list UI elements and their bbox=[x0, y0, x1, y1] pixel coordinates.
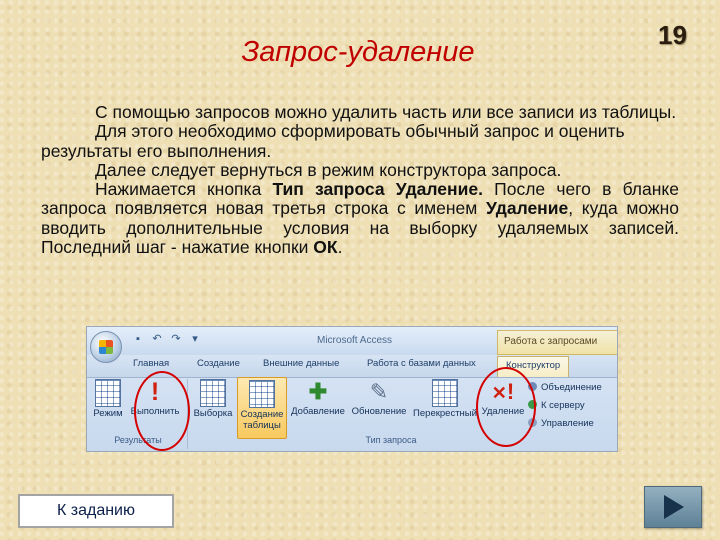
paragraph: С помощью запросов можно удалить часть и… bbox=[95, 102, 677, 122]
contextual-tab-header: Работа с запросами bbox=[497, 330, 617, 355]
append-button[interactable]: ✚ Добавление bbox=[287, 377, 349, 437]
office-button[interactable] bbox=[90, 331, 122, 363]
crosstab-button[interactable]: Перекрестный bbox=[410, 377, 480, 437]
paragraph: Далее следует вернуться в режим конструк… bbox=[95, 159, 562, 180]
highlight-circle-run bbox=[134, 371, 190, 451]
data-definition-button[interactable]: Управление bbox=[528, 415, 602, 433]
save-icon[interactable]: ▪ bbox=[131, 333, 145, 346]
union-button[interactable]: Объединение bbox=[528, 379, 602, 397]
tab-database-tools[interactable]: Работа с базами данных bbox=[367, 358, 476, 369]
bold-term: ОК bbox=[313, 237, 338, 258]
to-task-button[interactable]: К заданию bbox=[18, 494, 174, 528]
pass-through-button[interactable]: К серверу bbox=[528, 397, 602, 415]
paragraph: Нажимается кнопка Тип запроса Удаление. … bbox=[41, 179, 680, 258]
body-text: С помощью запросов можно удалить часть и… bbox=[41, 102, 680, 258]
redo-icon[interactable]: ↷ bbox=[169, 333, 183, 346]
app-title: Microsoft Access bbox=[317, 335, 393, 346]
bold-term: Удаление bbox=[485, 198, 569, 219]
highlight-circle-delete bbox=[476, 367, 536, 447]
select-query-button[interactable]: Выборка bbox=[191, 377, 235, 437]
side-command-list: Объединение К серверу Управление bbox=[528, 379, 602, 433]
datasheet-icon bbox=[95, 379, 121, 407]
tab-create[interactable]: Создание bbox=[197, 358, 240, 369]
update-pencil-icon: ✎ bbox=[369, 379, 389, 404]
query-type-group-label: Тип запроса bbox=[365, 435, 417, 445]
paragraph: Для этого необходимо сформировать обычны… bbox=[41, 121, 625, 161]
crosstab-icon bbox=[432, 379, 458, 407]
quick-access-toolbar: ▪ ↶ ↷ ▾ bbox=[131, 333, 202, 346]
append-plus-icon: ✚ bbox=[308, 379, 328, 404]
select-query-icon bbox=[200, 379, 226, 407]
undo-icon[interactable]: ↶ bbox=[150, 333, 164, 346]
dropdown-icon[interactable]: ▾ bbox=[188, 333, 202, 346]
update-button[interactable]: ✎ Обновление bbox=[349, 377, 409, 437]
slide-title: Запрос-удаление bbox=[241, 36, 475, 68]
bold-term: Тип запроса Удаление. bbox=[272, 179, 483, 200]
tab-home[interactable]: Главная bbox=[133, 358, 169, 369]
make-table-icon bbox=[249, 380, 275, 408]
next-arrow-icon bbox=[664, 495, 684, 519]
tab-external-data[interactable]: Внешние данные bbox=[263, 358, 339, 369]
view-button[interactable]: Режим bbox=[92, 377, 124, 437]
next-button[interactable] bbox=[644, 486, 702, 528]
ribbon-screenshot: ▪ ↶ ↷ ▾ Microsoft Access Работа с запрос… bbox=[86, 326, 618, 452]
make-table-button[interactable]: Создание таблицы bbox=[237, 377, 287, 439]
title-bar: ▪ ↶ ↷ ▾ Microsoft Access Работа с запрос… bbox=[87, 327, 617, 356]
office-logo-icon bbox=[99, 340, 113, 354]
